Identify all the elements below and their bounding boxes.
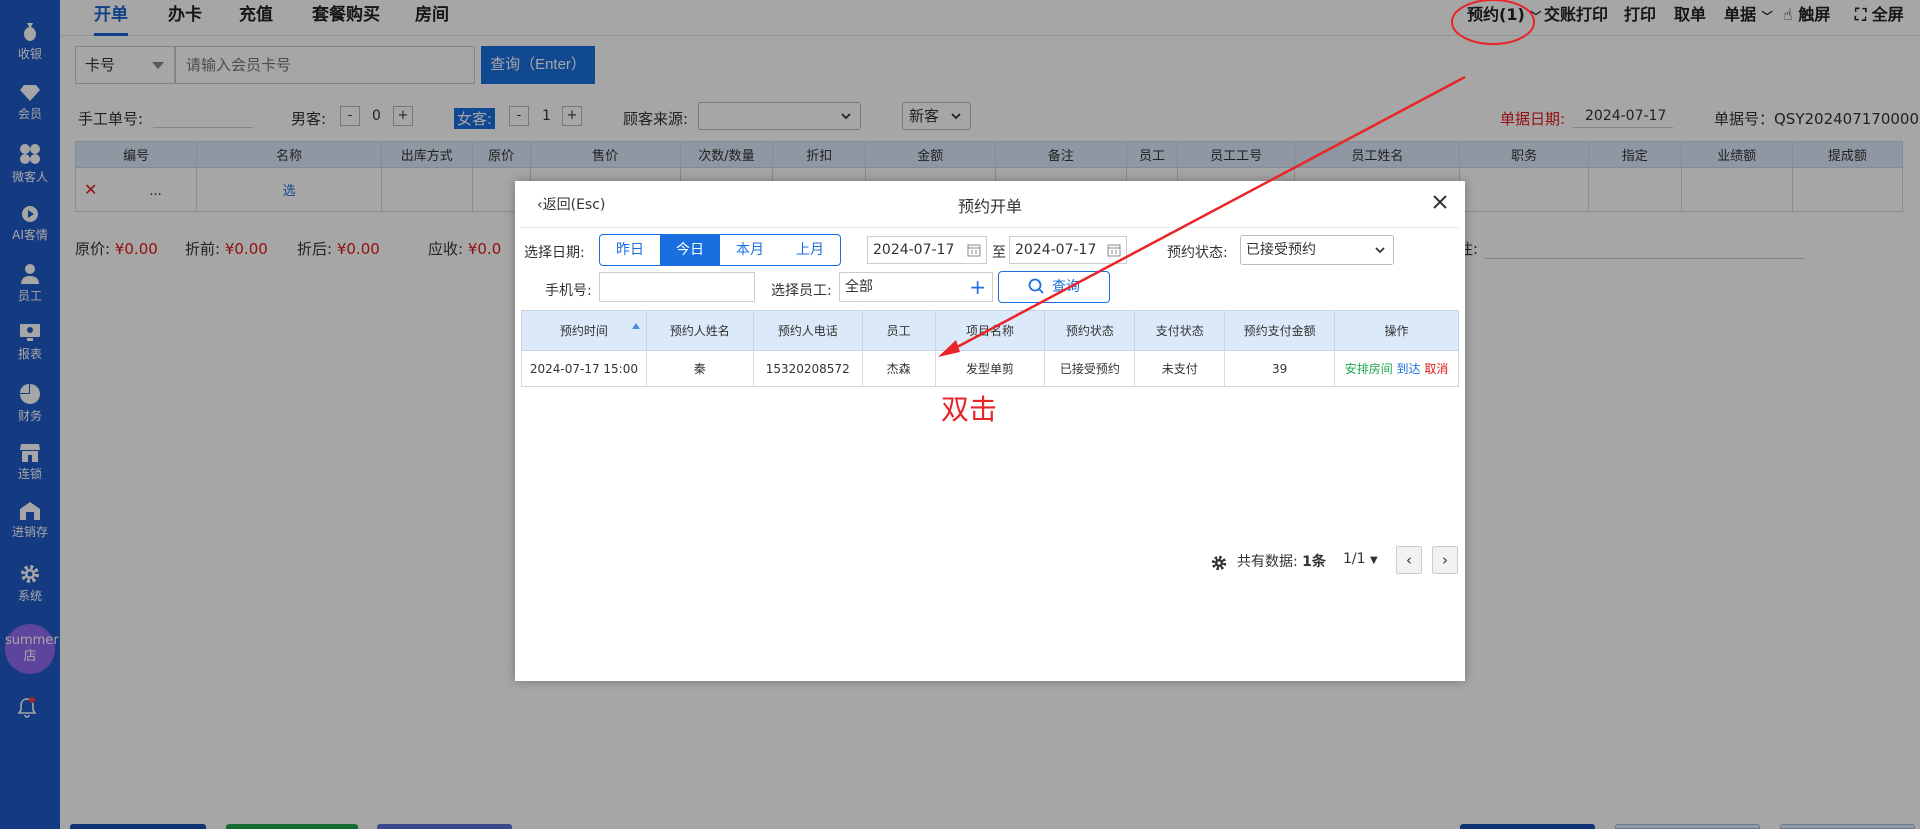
segment-yesterday[interactable]: 昨日 [600, 235, 660, 265]
plus-icon[interactable]: + [969, 273, 986, 301]
settings-gear-icon[interactable] [1211, 555, 1227, 571]
column-header: 预约人电话 [752, 310, 863, 351]
chevron-down-icon [1375, 247, 1385, 254]
reservation-status-select[interactable]: 已接受预约 [1240, 235, 1394, 265]
employee-select[interactable]: 全部 + [839, 272, 993, 302]
arrive-link[interactable]: 到达 [1397, 362, 1421, 376]
column-header: 员工 [861, 310, 936, 351]
column-header: 操作 [1334, 310, 1459, 351]
pager-info: 共有数据: 1条 [1237, 554, 1326, 570]
segment-this-month[interactable]: 本月 [720, 235, 780, 265]
reservation-time: 2024-07-17 15:00 [521, 350, 647, 387]
chevron-left-icon: ‹ [1406, 551, 1412, 569]
date-to-label: 至 [992, 245, 1006, 261]
modal-title: 预约开单 [957, 197, 1022, 216]
reservation-status: 已接受预约 [1044, 350, 1136, 387]
date-label: 选择日期: [524, 245, 585, 261]
segment-last-month[interactable]: 上月 [780, 235, 840, 265]
reservation-actions: 安排房间 到达 取消 [1334, 350, 1459, 387]
reservation-item: 发型单剪 [934, 350, 1046, 387]
column-header[interactable]: 预约时间 [521, 310, 647, 351]
cancel-link[interactable]: 取消 [1424, 362, 1448, 376]
modal-body: 选择日期: 昨日 今日 本月 上月 2024-07-17 至 2024-07-1… [521, 227, 1459, 673]
phone-input[interactable] [599, 272, 755, 302]
close-icon[interactable] [1433, 195, 1447, 209]
date-range-segment: 昨日 今日 本月 上月 [599, 234, 841, 266]
date-to-input[interactable]: 2024-07-17 [1009, 236, 1127, 264]
calendar-icon [967, 244, 981, 257]
chevron-right-icon: › [1442, 551, 1448, 569]
arrange-room-link[interactable]: 安排房间 [1345, 362, 1393, 376]
reservation-phone: 15320208572 [752, 350, 863, 387]
reservation-query-button[interactable]: 查询 [998, 271, 1110, 303]
reservation-name: 秦 [645, 350, 754, 387]
column-header: 预约支付金额 [1224, 310, 1336, 351]
column-header: 项目名称 [934, 310, 1046, 351]
next-page-button[interactable]: › [1432, 546, 1458, 574]
payment-status: 未支付 [1134, 350, 1226, 387]
table-row[interactable]: 2024-07-17 15:00 秦 15320208572 杰森 发型单剪 已… [521, 350, 1459, 387]
payment-amount: 39 [1224, 350, 1336, 387]
caret-down-icon: ▼ [1369, 555, 1378, 566]
sort-asc-icon [631, 323, 640, 329]
status-label: 预约状态: [1167, 245, 1228, 261]
segment-today[interactable]: 今日 [660, 235, 720, 265]
search-icon [1028, 278, 1044, 294]
calendar-icon [1107, 244, 1121, 257]
reservation-employee: 杰森 [861, 350, 936, 387]
page-select[interactable]: 1/1 ▼ [1343, 551, 1378, 581]
employee-label: 选择员工: [771, 283, 832, 299]
column-header: 预约状态 [1044, 310, 1136, 351]
prev-page-button[interactable]: ‹ [1396, 546, 1422, 574]
column-header: 预约人姓名 [645, 310, 754, 351]
reservation-table: 预约时间 预约人姓名 预约人电话 员工 项目名称 预约状态 支付状态 预约支付金… [521, 310, 1459, 387]
annotation-text: 双击 [941, 393, 998, 426]
column-header: 支付状态 [1134, 310, 1226, 351]
phone-label: 手机号: [545, 283, 592, 299]
date-from-input[interactable]: 2024-07-17 [867, 236, 987, 264]
reservation-modal: ‹返回(Esc) 预约开单 选择日期: 昨日 今日 本月 上月 2024-07-… [515, 181, 1465, 681]
